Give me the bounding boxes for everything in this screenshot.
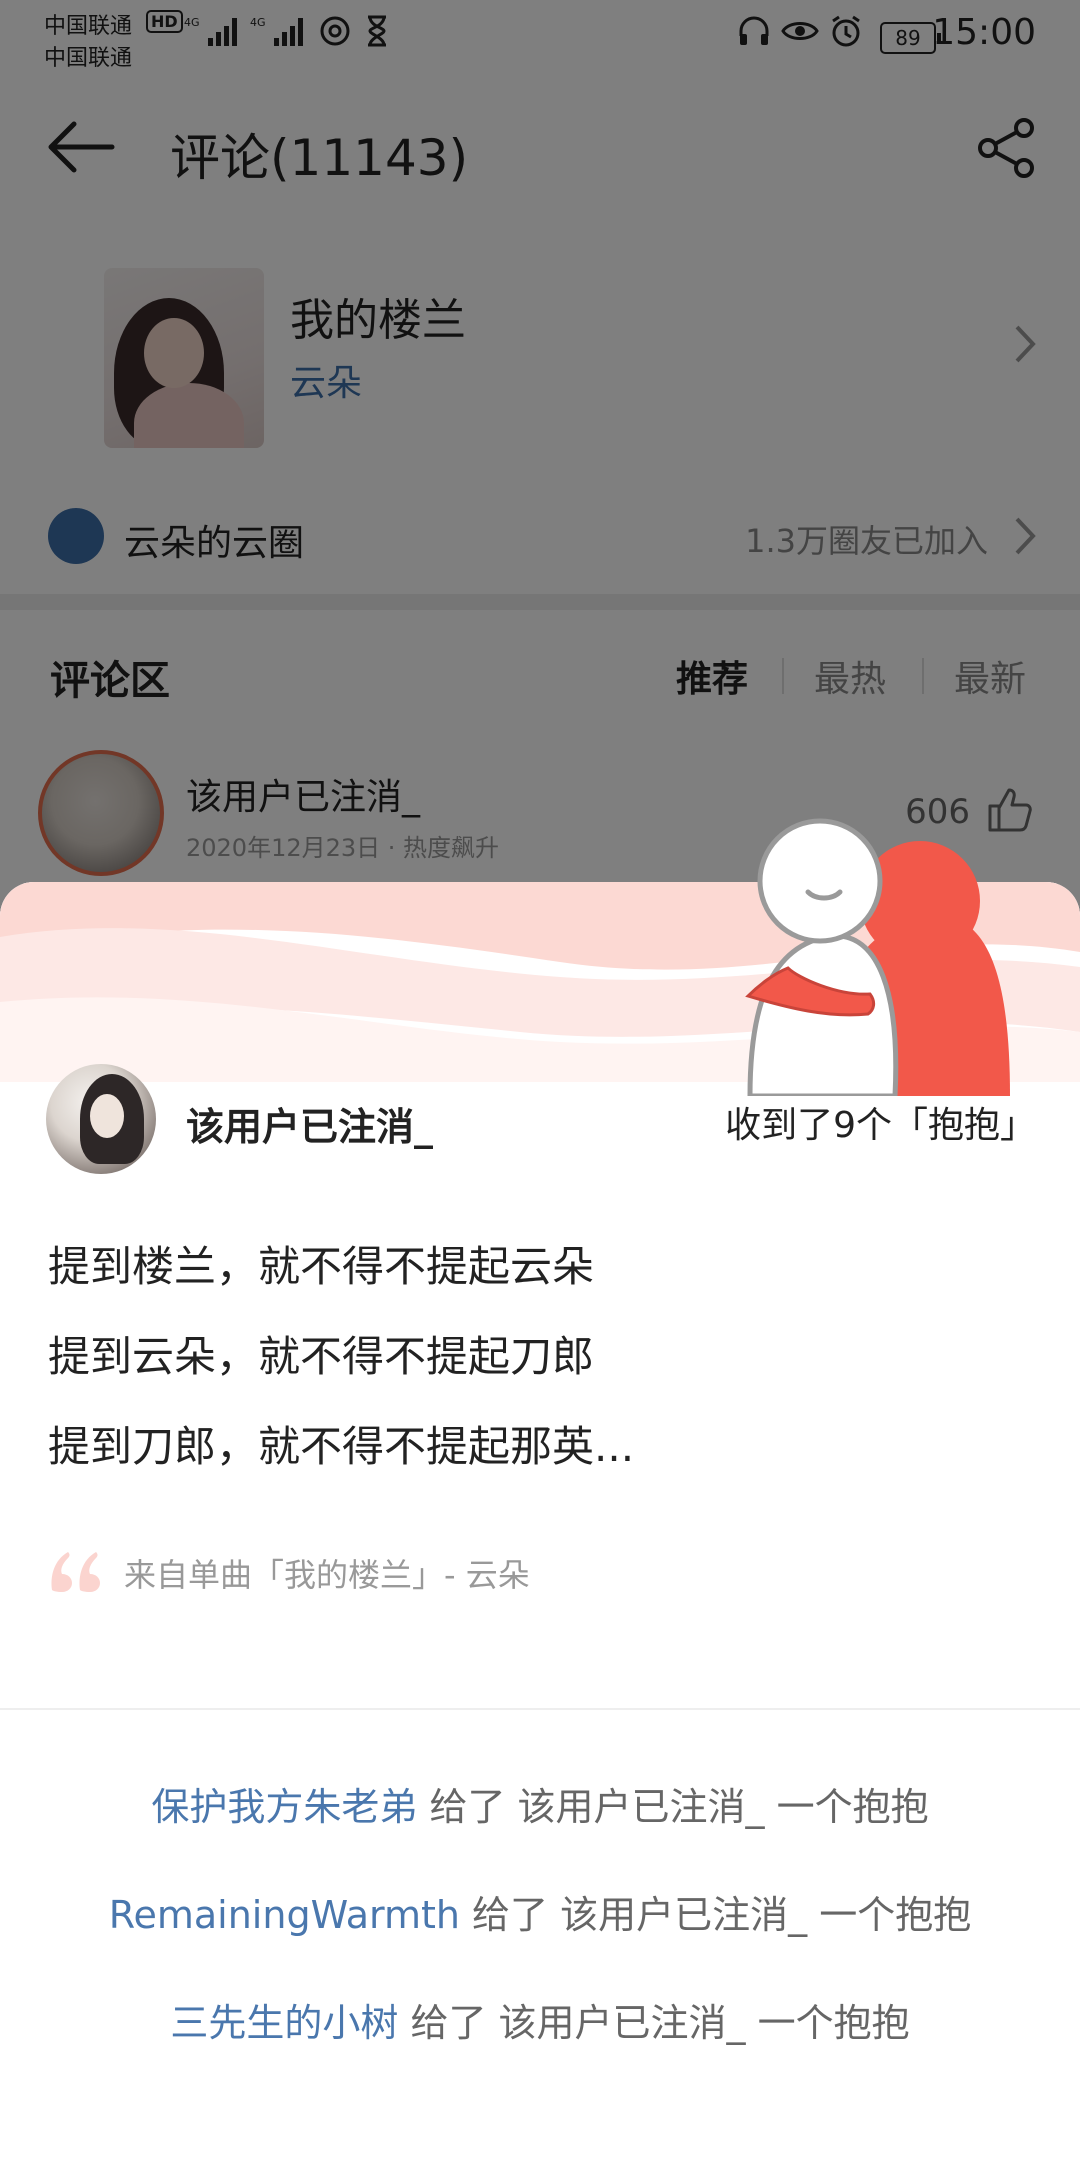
source-song-link[interactable]: 来自单曲「我的楼兰」- 云朵	[124, 1550, 530, 1596]
list-item: 三先生的小树 给了 该用户已注消_ 一个抱抱	[0, 1986, 1080, 2094]
hug-action-text: 给了 该用户已注消_ 一个抱抱	[459, 1893, 972, 1937]
hug-recipient-row: 该用户已注消_ 收到了9个「抱抱」	[0, 1062, 1080, 1182]
list-item: RemainingWarmth 给了 该用户已注消_ 一个抱抱	[0, 1878, 1080, 1986]
hug-mascot-illustration	[745, 818, 1010, 1096]
hug-detail-sheet: 该用户已注消_ 收到了9个「抱抱」 提到楼兰，就不得不提起云朵 提到云朵，就不得…	[0, 818, 1080, 2160]
comment-line: 提到云朵，就不得不提起刀郎	[48, 1332, 595, 1381]
comment-text: 提到楼兰，就不得不提起云朵 提到云朵，就不得不提起刀郎 提到刀郎，就不得不提起那…	[48, 1222, 1028, 1492]
comment-source[interactable]: 来自单曲「我的楼兰」- 云朵	[48, 1544, 1028, 1604]
list-item: 保护我方朱老弟 给了 该用户已注消_ 一个抱抱	[0, 1770, 1080, 1878]
hug-giver-list: 保护我方朱老弟 给了 该用户已注消_ 一个抱抱 RemainingWarmth …	[0, 1770, 1080, 2094]
hug-giver-username[interactable]: 三先生的小树	[170, 2001, 398, 2045]
hug-giver-username[interactable]: RemainingWarmth	[109, 1893, 460, 1937]
avatar[interactable]	[46, 1064, 156, 1174]
comment-line: 提到楼兰，就不得不提起云朵	[48, 1242, 595, 1291]
hug-giver-username[interactable]: 保护我方朱老弟	[151, 1785, 417, 1829]
hug-action-text: 给了 该用户已注消_ 一个抱抱	[417, 1785, 929, 1829]
hug-count: 收到了9个「抱抱」	[725, 1105, 1036, 1146]
quote-mark-icon	[51, 1552, 100, 1592]
hug-action-text: 给了 该用户已注消_ 一个抱抱	[398, 2001, 910, 2045]
sheet-divider	[0, 1708, 1080, 1710]
recipient-username[interactable]: 该用户已注消_	[186, 1096, 433, 1151]
comment-line: 提到刀郎，就不得不提起那英...	[48, 1422, 635, 1471]
